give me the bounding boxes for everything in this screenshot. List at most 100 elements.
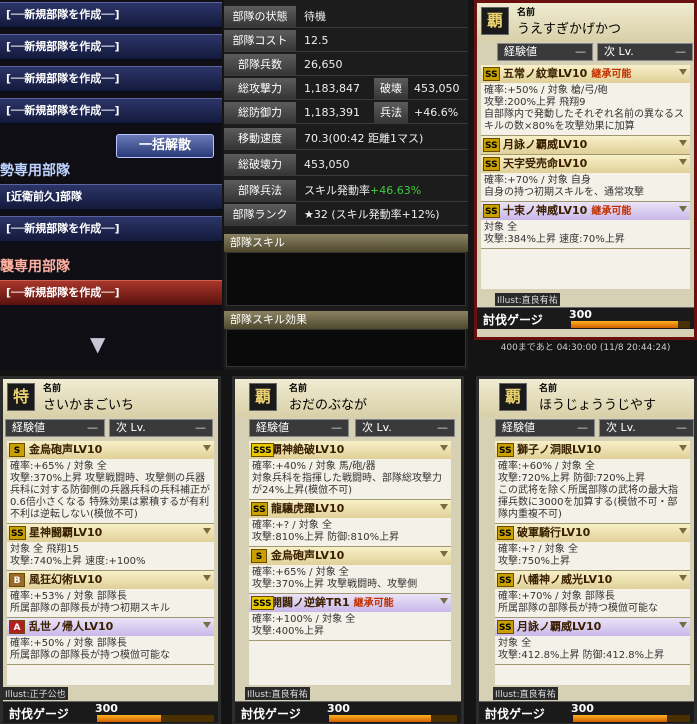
- stat-row: 部隊コスト 12.5: [224, 30, 468, 52]
- skill-entry[interactable]: SS 破軍騎行LV10 確率:+? / 対象 全 攻撃:750%上昇: [495, 524, 690, 571]
- chevron-down-icon[interactable]: [679, 140, 687, 146]
- skill-entry[interactable]: SS 月詠ノ覇威LV10 対象 全 攻撃:412.8%上昇 防御:412.8%上昇: [495, 618, 690, 665]
- stat-value: ★32 (スキル発動率+12%): [304, 208, 440, 221]
- tobatsu-label: 討伐ゲージ: [9, 707, 69, 721]
- skill-entry[interactable]: S 金烏砲声LV10 確率:+65% / 対象 全 攻撃:370%上昇 攻撃戦闘時、…: [249, 547, 451, 594]
- chevron-down-icon[interactable]: [203, 622, 211, 628]
- skill-list: SSS 覇神絶破LV10 確率:+40% / 対象 馬/砲/器 対象兵科を指揮した戦…: [249, 441, 451, 685]
- skill-description: 対象 全 飛翔15 攻撃:740%上昇 速度:+100%: [10, 544, 146, 567]
- unit-button[interactable]: [近衛前久]部隊: [0, 184, 222, 210]
- skill-grade-badge: SS: [483, 157, 500, 171]
- stat-row: 部隊兵法 スキル発動率+46.63%: [224, 180, 468, 202]
- exp-field: 経験値 —: [495, 419, 595, 437]
- chevron-down-icon[interactable]: [440, 598, 448, 604]
- tobatsu-bar: [97, 715, 214, 722]
- general-card[interactable]: 覇 名前 うえすぎかげかつ 経験値 — 次 Lv. — SS 五常ノ紋章LV10 継承可…: [474, 0, 697, 340]
- skill-entry[interactable]: SS 星神闘覇LV10 対象 全 飛翔15 攻撃:740%上昇 速度:+100%: [7, 524, 214, 571]
- next-level-field: 次 Lv. —: [109, 419, 213, 437]
- skill-description: 確率:+65% / 対象 全 攻撃:370%上昇 攻撃戦闘時、攻撃側の兵器兵科に…: [10, 461, 210, 520]
- general-name: おだのぶなが: [289, 398, 368, 413]
- chevron-down-icon[interactable]: [203, 575, 211, 581]
- chevron-down-icon[interactable]: [203, 528, 211, 534]
- new-unit-button[interactable]: [──新規部隊を作成──]: [0, 216, 222, 242]
- chevron-down-icon[interactable]: [679, 622, 687, 628]
- skill-entry[interactable]: S 金烏砲声LV10 確率:+65% / 対象 全 攻撃:370%上昇 攻撃戦闘時、…: [7, 441, 214, 524]
- skill-name: 八幡神ノ威光LV10: [517, 573, 613, 586]
- skill-grade-badge: SS: [497, 620, 514, 634]
- new-unit-button[interactable]: [──新規部隊を作成──]: [0, 2, 222, 28]
- unit-skill-box: [226, 252, 466, 306]
- skill-name: 金烏砲声LV10: [271, 549, 345, 562]
- chevron-down-icon[interactable]: [203, 445, 211, 451]
- skill-entry[interactable]: SSS 開闢ノ逆鉾TR1 継承可能 確率:+100% / 対象 全 攻撃:400%上昇: [249, 594, 451, 641]
- tobatsu-gauge: 討伐ゲージ 300: [479, 701, 694, 723]
- next-level-field: 次 Lv. —: [597, 43, 693, 61]
- unit-skill-effect-header: 部隊スキル効果: [224, 311, 468, 329]
- section-title: 勢専用部隊: [0, 163, 70, 179]
- skill-grade-badge: S: [9, 443, 25, 457]
- rarity-icon: 覇: [499, 383, 527, 411]
- skill-name: 十束ノ神威LV10: [503, 204, 588, 217]
- chevron-down-icon[interactable]: [440, 504, 448, 510]
- skill-description: 確率:+50% / 対象 部隊長 所属部隊の部隊長が持つ模倣可能な: [10, 638, 170, 661]
- illust-credit: Illust:直良有祐: [495, 293, 560, 306]
- skill-grade-badge: SS: [251, 502, 268, 516]
- chevron-down-icon[interactable]: [679, 206, 687, 212]
- name-label: 名前: [289, 384, 308, 394]
- skill-entry[interactable]: SS 龍驤虎躍LV10 確率:+? / 対象 全 攻撃:810%上昇 防御:810%…: [249, 500, 451, 547]
- skill-title: SS 天字受売命LV10: [481, 155, 690, 173]
- stat-label: 総防御力: [224, 102, 296, 123]
- skill-entry[interactable]: SS 八幡神ノ威光LV10 確率:+70% / 対象 部隊長 所属部隊の部隊長が持つ…: [495, 571, 690, 618]
- new-unit-button[interactable]: [──新規部隊を作成──]: [0, 98, 222, 124]
- skill-entry[interactable]: B 風狂幻術LV10 確率:+53% / 対象 部隊長 所属部隊の部隊長が持つ初期ス…: [7, 571, 214, 618]
- skill-entry[interactable]: SS 天字受売命LV10 確率:+70% / 対象 自身 自身の持つ初期スキルを、通…: [481, 155, 690, 202]
- skill-entry[interactable]: SS 十束ノ神威LV10 継承可能 対象 全 攻撃:384%上昇 速度:70%上昇: [481, 202, 690, 249]
- chevron-down-icon[interactable]: [679, 445, 687, 451]
- stat-row: 総防御力 1,183,391 兵法 +46.6%: [224, 102, 468, 124]
- skill-entry[interactable]: A 乱世ノ帰人LV10 確率:+50% / 対象 部隊長 所属部隊の部隊長が持つ模倣…: [7, 618, 214, 665]
- new-unit-button[interactable]: [──新規部隊を作成──]: [0, 34, 222, 60]
- chevron-down-icon[interactable]: [679, 575, 687, 581]
- general-card[interactable]: 特 名前 さいかまごいち 経験値 — 次 Lv. — S 金烏砲声LV10 確率:+65…: [0, 376, 221, 724]
- skill-entry[interactable]: SS 月詠ノ覇威LV10: [481, 136, 690, 155]
- chevron-down-icon[interactable]: [679, 159, 687, 165]
- scroll-down-icon[interactable]: ▼: [90, 332, 105, 356]
- tobatsu-bar: [571, 321, 690, 328]
- stat-label: 総破壊力: [224, 154, 296, 175]
- skill-entry[interactable]: SSS 覇神絶破LV10 確率:+40% / 対象 馬/砲/器 対象兵科を指揮した戦…: [249, 441, 451, 500]
- skill-grade-badge: SS: [497, 443, 514, 457]
- chevron-down-icon[interactable]: [679, 69, 687, 75]
- stat-label: 破壊: [374, 78, 408, 99]
- general-card[interactable]: 覇 名前 ほうじょううじやす 経験値 — 次 Lv. — SS 獅子ノ洞眼LV10 確率…: [476, 376, 697, 724]
- stat-value: スキル発動率+46.63%: [304, 184, 422, 197]
- disband-all-button[interactable]: 一括解散: [116, 134, 214, 158]
- skill-entry[interactable]: SS 五常ノ紋章LV10 継承可能 確率:+50% / 対象 槍/弓/砲 攻撃:200…: [481, 65, 690, 136]
- skill-name: 天字受売命LV10: [503, 157, 588, 170]
- new-unit-button[interactable]: [──新規部隊を作成──]: [0, 66, 222, 92]
- skill-grade-badge: SSS: [251, 443, 274, 457]
- stat-label: 部隊の状態: [224, 6, 296, 27]
- card-header: 覇 名前 うえすぎかげかつ: [477, 3, 694, 41]
- next-level-field: 次 Lv. —: [599, 419, 694, 437]
- chevron-down-icon[interactable]: [440, 445, 448, 451]
- skill-list: S 金烏砲声LV10 確率:+65% / 対象 全 攻撃:370%上昇 攻撃戦闘時、…: [7, 441, 214, 685]
- chevron-down-icon[interactable]: [679, 528, 687, 534]
- stat-value: +46.6%: [414, 106, 459, 119]
- tobatsu-label: 討伐ゲージ: [241, 707, 301, 721]
- skill-title: S 金烏砲声LV10: [249, 547, 451, 565]
- skill-name: 月詠ノ覇威LV10: [517, 620, 602, 633]
- general-card[interactable]: 覇 名前 おだのぶなが 経験値 — 次 Lv. — SSS 覇神絶破LV10 確率:+4…: [232, 376, 464, 724]
- tobatsu-value: 300: [95, 702, 118, 715]
- skill-description: 確率:+50% / 対象 槍/弓/砲 攻撃:200%上昇 飛翔9 自部隊内で発動…: [484, 85, 684, 132]
- chevron-down-icon[interactable]: [440, 551, 448, 557]
- stat-value: 26,650: [304, 58, 343, 71]
- skill-name: 龍驤虎躍LV10: [271, 502, 345, 515]
- inheritable-tag: 継承可能: [591, 69, 632, 80]
- unit-skill-effect-box: [226, 329, 466, 367]
- skill-entry[interactable]: SS 獅子ノ洞眼LV10 確率:+60% / 対象 全 攻撃:720%上昇 防御:7…: [495, 441, 690, 524]
- tobatsu-bar: [573, 715, 690, 722]
- new-unit-button[interactable]: [──新規部隊を作成──]: [0, 280, 222, 306]
- skill-name: 五常ノ紋章LV10: [503, 67, 588, 80]
- general-name: うえすぎかげかつ: [517, 22, 622, 37]
- stat-label: 部隊コスト: [224, 30, 296, 51]
